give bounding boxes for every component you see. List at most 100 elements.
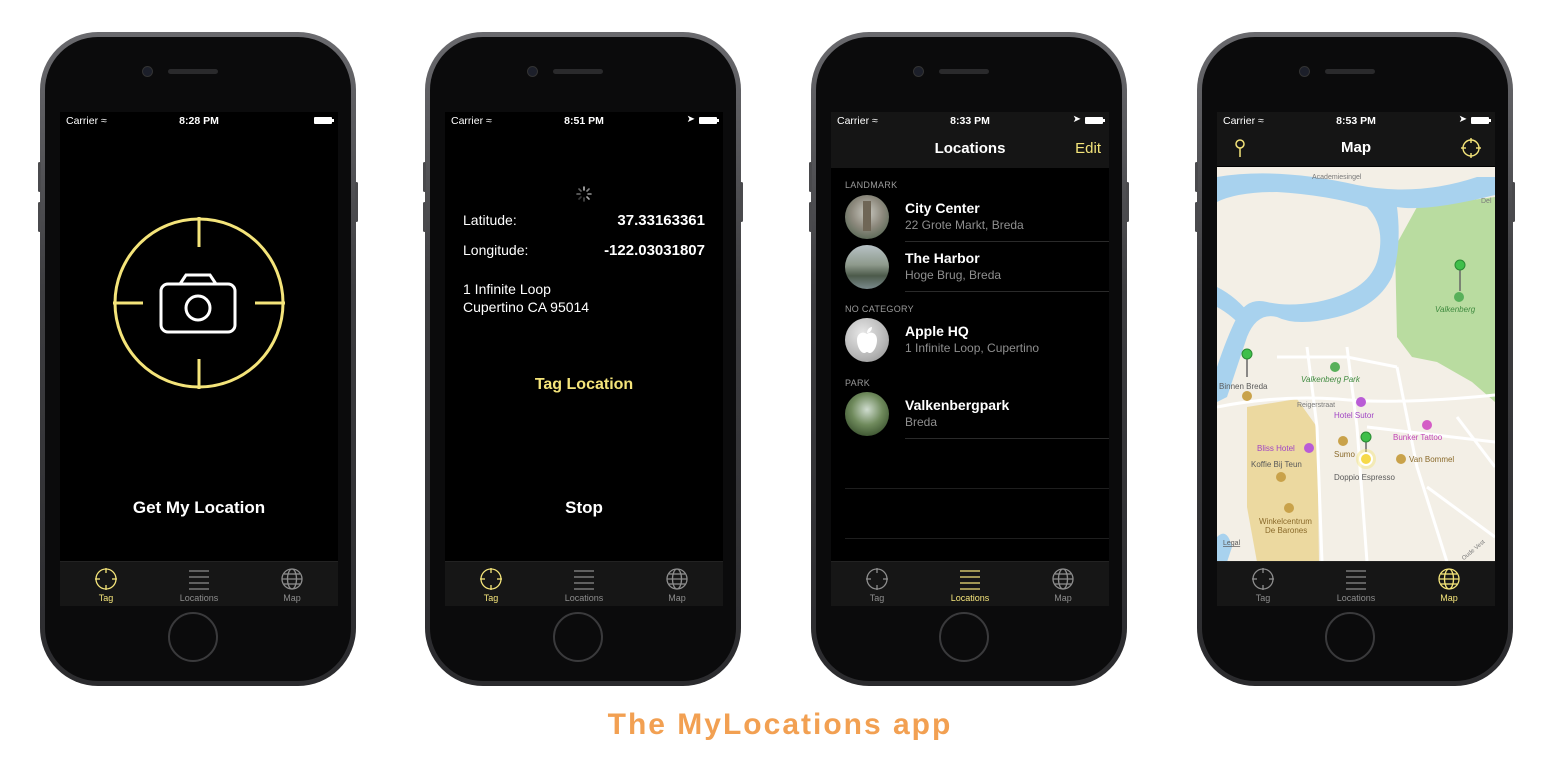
power-button — [740, 182, 743, 222]
globe-icon — [281, 568, 303, 590]
map-label: Legal — [1223, 540, 1241, 547]
battery-icon — [314, 117, 334, 124]
volume-button — [1195, 162, 1198, 192]
tab-locations[interactable]: Locations — [538, 562, 630, 606]
status-bar: Carrier ≈ 8:33 PM ➤ — [831, 112, 1109, 130]
poi-marker[interactable] — [1304, 443, 1314, 453]
globe-icon — [1438, 568, 1460, 590]
tab-tag[interactable]: Tag — [831, 562, 923, 606]
get-my-location-button[interactable]: Get My Location — [60, 498, 338, 518]
crosshair-icon — [480, 568, 502, 590]
status-bar: Carrier ≈ 8:51 PM ➤ — [445, 112, 723, 130]
navigation-bar: Map — [1217, 130, 1495, 166]
tab-locations[interactable]: Locations — [1310, 562, 1402, 606]
list-icon — [1346, 570, 1366, 590]
poi-marker[interactable] — [1276, 472, 1286, 482]
tab-map[interactable]: Map — [1017, 562, 1109, 606]
home-button[interactable] — [939, 612, 989, 662]
tab-label: Map — [1054, 593, 1072, 603]
list-item[interactable]: The Harbor Hoge Brug, Breda — [831, 242, 1109, 292]
map-label: Van Bommel — [1409, 455, 1454, 464]
volume-button — [423, 202, 426, 232]
activity-spinner-icon — [576, 186, 592, 202]
map-label: Koffie Bij Teun — [1251, 460, 1302, 469]
battery-icon — [1471, 117, 1491, 124]
section-header: PARK — [845, 378, 871, 388]
latitude-label: Latitude: — [463, 212, 517, 228]
location-arrow-icon: ➤ — [686, 114, 695, 125]
home-button[interactable] — [553, 612, 603, 662]
tab-locations[interactable]: Locations — [924, 562, 1016, 606]
screen: Carrier ≈ 8:53 PM ➤ Map Academiesingel D… — [1217, 112, 1495, 606]
location-thumbnail — [845, 245, 889, 289]
poi-marker[interactable] — [1396, 454, 1406, 464]
address-line-2: Cupertino CA 95014 — [463, 299, 590, 315]
phone-tag-result-screen: Carrier ≈ 8:51 PM ➤ Latitude: 37.3316336… — [423, 32, 743, 686]
tab-label: Map — [283, 593, 301, 603]
tab-label: Map — [668, 593, 686, 603]
battery-icon — [699, 117, 719, 124]
home-button[interactable] — [168, 612, 218, 662]
longitude-label: Longitude: — [463, 242, 529, 258]
map-label: Academiesingel — [1312, 174, 1362, 181]
stop-button[interactable]: Stop — [445, 498, 723, 518]
map-label: Valkenberg — [1435, 305, 1476, 314]
front-camera — [1299, 66, 1310, 77]
status-time: 8:53 PM — [1336, 115, 1376, 127]
tab-label: Locations — [950, 593, 990, 603]
status-time: 8:33 PM — [950, 115, 990, 127]
location-thumbnail — [845, 392, 889, 436]
user-location-dot — [1359, 452, 1373, 466]
phone-tag-screen: Carrier ≈ 8:28 PM Get My Location Tag Lo… — [38, 32, 358, 686]
list-icon — [574, 570, 594, 590]
poi-marker[interactable] — [1356, 397, 1366, 407]
screen: Carrier ≈ 8:28 PM Get My Location Tag Lo… — [60, 112, 338, 606]
map-label: Winkelcentrum — [1259, 517, 1312, 526]
navigation-bar: Locations Edit — [831, 130, 1109, 168]
crosshair-icon[interactable] — [1461, 138, 1481, 158]
front-camera — [142, 66, 153, 77]
location-title: City Center — [905, 200, 980, 216]
tab-label: Tag — [483, 593, 499, 603]
page-title: Locations — [934, 140, 1006, 157]
tab-label: Locations — [179, 593, 219, 603]
location-title: Valkenbergpark — [905, 397, 1010, 413]
poi-marker[interactable] — [1454, 292, 1464, 302]
tab-label: Tag — [1255, 593, 1271, 603]
tab-map[interactable]: Map — [246, 562, 338, 606]
map-label: Doppio Espresso — [1334, 473, 1395, 482]
phone-map-screen: Carrier ≈ 8:53 PM ➤ Map Academiesingel D… — [1195, 32, 1515, 686]
latitude-value: 37.33163361 — [617, 212, 705, 229]
tab-tag[interactable]: Tag — [445, 562, 537, 606]
tab-map[interactable]: Map — [631, 562, 723, 606]
volume-button — [809, 202, 812, 232]
front-camera — [527, 66, 538, 77]
tab-tag[interactable]: Tag — [60, 562, 152, 606]
volume-button — [809, 162, 812, 192]
status-bar: Carrier ≈ 8:53 PM ➤ — [1217, 112, 1495, 130]
poi-marker[interactable] — [1330, 362, 1340, 372]
poi-marker[interactable] — [1284, 503, 1294, 513]
map-label: De Barones — [1265, 526, 1307, 535]
volume-button — [423, 162, 426, 192]
edit-button[interactable]: Edit — [1075, 140, 1101, 157]
location-thumbnail — [845, 318, 889, 362]
tab-tag[interactable]: Tag — [1217, 562, 1309, 606]
list-item[interactable]: Apple HQ 1 Infinite Loop, Cupertino — [831, 315, 1109, 365]
apple-logo-icon — [857, 327, 877, 353]
list-item[interactable]: Valkenbergpark Breda — [831, 389, 1109, 439]
map-view[interactable]: Academiesingel Del Valkenberg Valkenberg… — [1217, 167, 1495, 562]
tab-map[interactable]: Map — [1403, 562, 1495, 606]
front-camera — [913, 66, 924, 77]
earpiece-speaker — [168, 69, 218, 74]
home-button[interactable] — [1325, 612, 1375, 662]
poi-marker[interactable] — [1242, 391, 1252, 401]
poi-marker[interactable] — [1422, 420, 1432, 430]
empty-row-divider — [845, 488, 1109, 489]
tag-location-button[interactable]: Tag Location — [445, 376, 723, 394]
tab-locations[interactable]: Locations — [153, 562, 245, 606]
poi-marker[interactable] — [1338, 436, 1348, 446]
camera-crosshair-logo[interactable] — [110, 214, 288, 392]
map-label: Sumo — [1334, 450, 1355, 459]
list-item[interactable]: City Center 22 Grote Markt, Breda — [831, 192, 1109, 242]
